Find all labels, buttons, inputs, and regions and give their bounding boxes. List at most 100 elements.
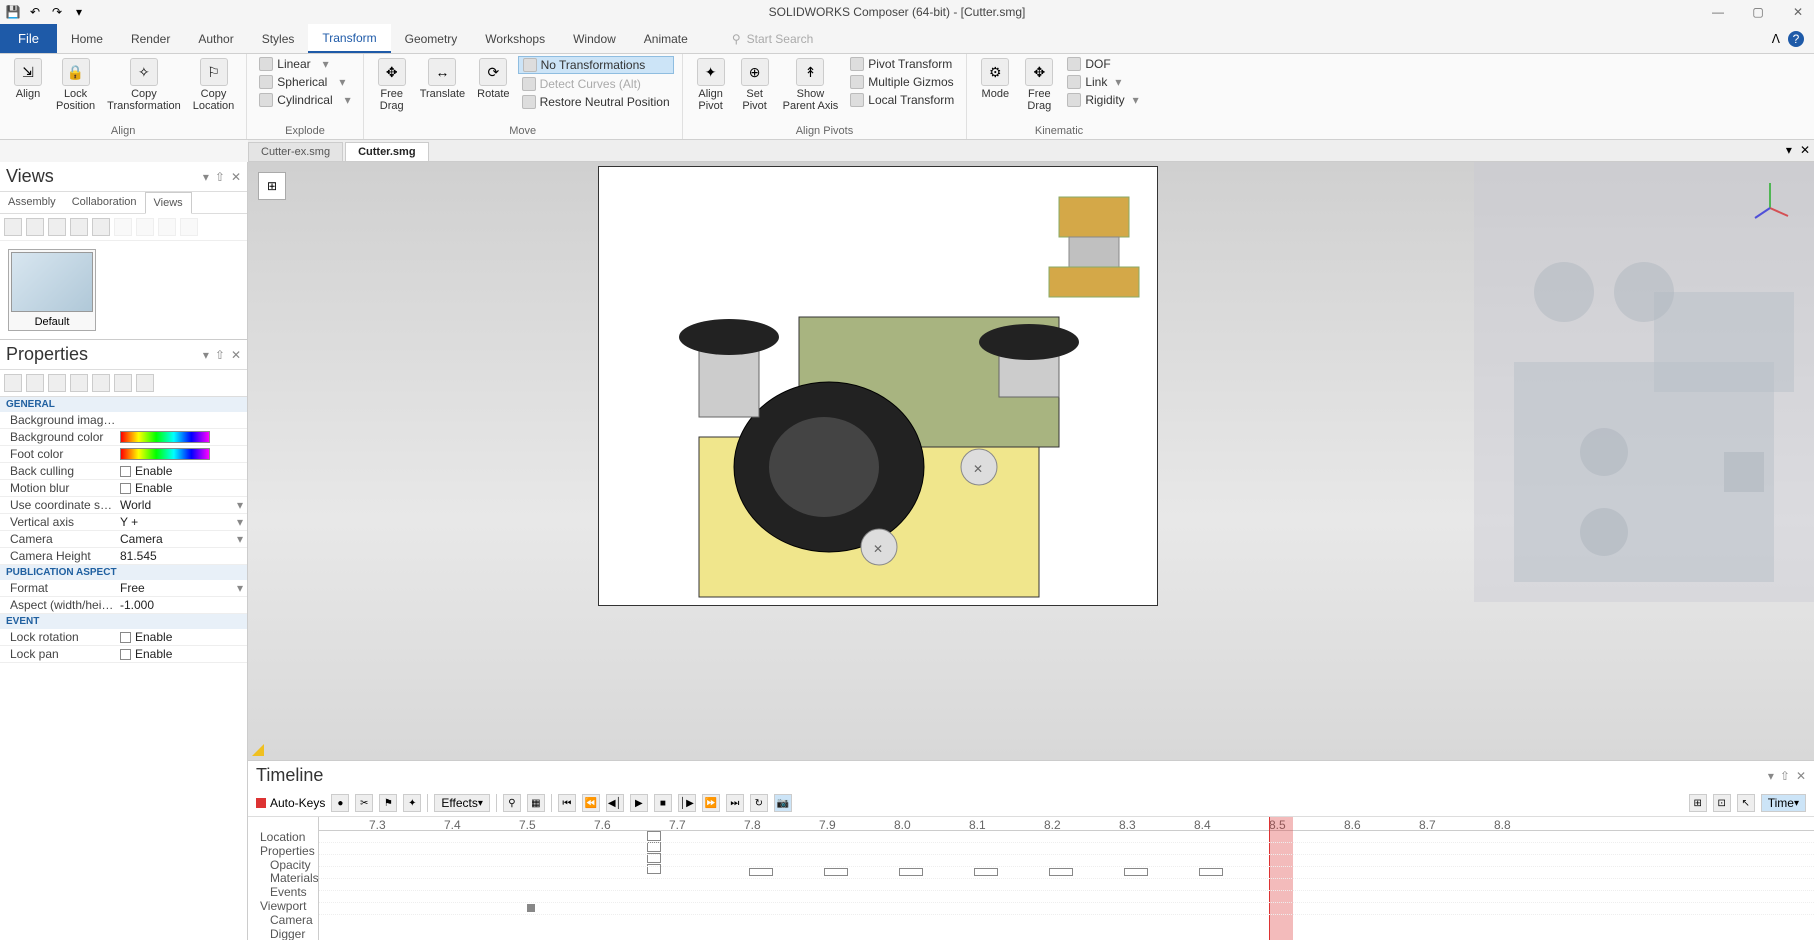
chevron-down-icon[interactable]: ▾ [237,515,243,529]
views-tool-1[interactable] [4,218,22,236]
prop-row-vertical-axis[interactable]: Vertical axisY +▾ [0,514,247,531]
tl-tool-camera[interactable]: 📷 [774,794,792,812]
prop-row-camera[interactable]: CameraCamera▾ [0,531,247,548]
checkbox[interactable] [120,483,131,494]
tl-right-2[interactable]: ⊡ [1713,794,1731,812]
panel-pin-icon[interactable]: ⇧ [1780,769,1790,783]
panel-close-icon[interactable]: ✕ [231,170,241,184]
minimize-icon[interactable]: — [1706,5,1730,19]
explode-cylindrical-button[interactable]: Cylindrical▾ [255,92,354,108]
tl-tool-4[interactable]: ✦ [403,794,421,812]
kinematic-mode-button[interactable]: ⚙Mode [975,56,1015,102]
rotate-button[interactable]: ⟳Rotate [473,56,513,102]
keyframe[interactable] [749,868,773,876]
prop-row-back-culling[interactable]: Back cullingEnable [0,463,247,480]
track-camera[interactable]: Camera [252,914,314,928]
link-button[interactable]: Link▾ [1063,74,1142,90]
redo-icon[interactable]: ↷ [48,3,66,21]
tl-right-1[interactable]: ⊞ [1689,794,1707,812]
auto-keys-toggle[interactable]: Auto-Keys [256,796,325,810]
restore-neutral-button[interactable]: Restore Neutral Position [518,94,674,110]
prop-row-foot-color[interactable]: Foot color [0,446,247,463]
checkbox[interactable] [120,632,131,643]
panel-close-icon[interactable]: ✕ [231,348,241,362]
props-tool-3[interactable] [48,374,66,392]
align-button[interactable]: ⇲Align [8,56,48,102]
props-tool-1[interactable] [4,374,22,392]
prop-row-bg-image[interactable]: Background image ... [0,412,247,429]
doctabs-close-icon[interactable]: ✕ [1796,139,1814,161]
track-location[interactable]: Location [252,831,314,845]
step-back-icon[interactable]: ◀│ [606,794,624,812]
props-tool-6[interactable] [114,374,132,392]
translate-button[interactable]: ↔Translate [416,56,469,102]
tl-tool-3[interactable]: ⚑ [379,794,397,812]
go-end-icon[interactable]: ⏭ [726,794,744,812]
copy-location-button[interactable]: ⚐Copy Location [189,56,239,114]
keyframe[interactable] [1124,868,1148,876]
views-tab-assembly[interactable]: Assembly [0,192,64,213]
copy-transformation-button[interactable]: ✧Copy Transformation [103,56,185,114]
views-tool-9[interactable] [180,218,198,236]
go-start-icon[interactable]: ⏮ [558,794,576,812]
multiple-gizmos-button[interactable]: Multiple Gizmos [846,74,958,90]
tab-window[interactable]: Window [559,24,630,53]
track-opacity[interactable]: Opacity [252,859,314,873]
timeline-grid[interactable]: 7.3 7.4 7.5 7.6 7.7 7.8 7.9 8.0 8.1 8.2 … [318,817,1814,940]
chevron-down-icon[interactable]: ▾ [237,532,243,546]
chevron-down-icon[interactable]: ▾ [237,581,243,595]
prop-row-camera-height[interactable]: Camera Height81.545 [0,548,247,565]
tab-animate[interactable]: Animate [630,24,702,53]
close-icon[interactable]: ✕ [1786,5,1810,19]
viewport-3d[interactable]: ⊞ [248,162,1814,760]
free-drag-button[interactable]: ✥Free Drag [372,56,412,114]
detect-curves-button[interactable]: Detect Curves (Alt) [518,76,674,92]
views-tool-4[interactable] [70,218,88,236]
align-pivot-button[interactable]: ✦Align Pivot [691,56,731,114]
tl-tool-1[interactable]: ● [331,794,349,812]
tl-tool-2[interactable]: ✂ [355,794,373,812]
panel-dropdown-icon[interactable]: ▾ [203,348,209,362]
tab-render[interactable]: Render [117,24,184,53]
views-tab-collaboration[interactable]: Collaboration [64,192,145,213]
chevron-down-icon[interactable]: ▾ [237,498,243,512]
prop-row-lock-pan[interactable]: Lock panEnable [0,646,247,663]
prop-row-aspect[interactable]: Aspect (width/height)-1.000 [0,597,247,614]
props-tool-2[interactable] [26,374,44,392]
views-tool-6[interactable] [114,218,132,236]
maximize-icon[interactable]: ▢ [1746,5,1770,19]
views-tool-8[interactable] [158,218,176,236]
tab-author[interactable]: Author [184,24,247,53]
step-forward-icon[interactable]: │▶ [678,794,696,812]
tl-tool-6[interactable]: ▦ [527,794,545,812]
tab-workshops[interactable]: Workshops [471,24,559,53]
panel-pin-icon[interactable]: ⇧ [215,348,225,362]
doctabs-dropdown-icon[interactable]: ▾ [1782,139,1796,161]
keyframe[interactable] [1199,868,1223,876]
pivot-transform-button[interactable]: Pivot Transform [846,56,958,72]
prop-row-lock-rotation[interactable]: Lock rotationEnable [0,629,247,646]
collapse-ribbon-icon[interactable]: ᐱ [1772,32,1780,46]
fast-forward-icon[interactable]: ⏩ [702,794,720,812]
time-mode-button[interactable]: Time ▾ [1761,794,1806,812]
track-materials[interactable]: Materials [252,872,314,886]
props-tool-4[interactable] [70,374,88,392]
props-tool-5[interactable] [92,374,110,392]
dof-button[interactable]: DOF [1063,56,1142,72]
explode-linear-button[interactable]: Linear▾ [255,56,354,72]
track-properties[interactable]: Properties [252,845,314,859]
views-tool-7[interactable] [136,218,154,236]
tab-home[interactable]: Home [57,24,117,53]
help-icon[interactable]: ? [1788,31,1804,47]
view-thumbnail[interactable]: Default [8,249,96,331]
lock-position-button[interactable]: 🔒Lock Position [52,56,99,114]
prop-row-coord-syst[interactable]: Use coordinate syst...World▾ [0,497,247,514]
color-picker-icon[interactable] [120,431,210,443]
viewport-toolbar-icon[interactable]: ⊞ [258,172,286,200]
track-events[interactable]: Events [252,886,314,900]
panel-dropdown-icon[interactable]: ▾ [1768,769,1774,783]
prop-row-format[interactable]: FormatFree▾ [0,580,247,597]
keyframe-camera[interactable] [527,904,535,912]
keyframe[interactable] [1049,868,1073,876]
views-tool-5[interactable] [92,218,110,236]
